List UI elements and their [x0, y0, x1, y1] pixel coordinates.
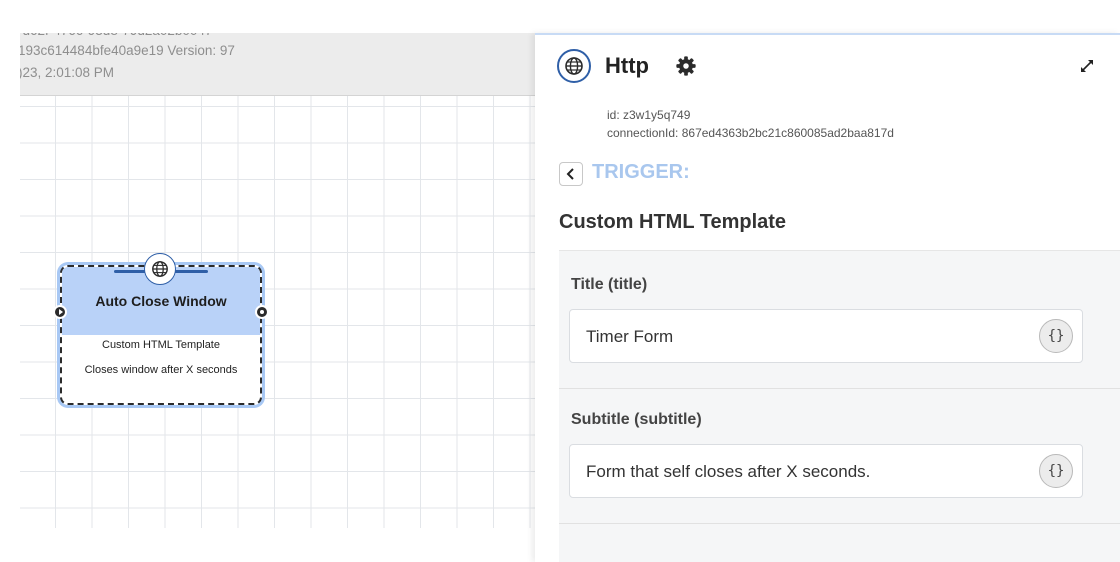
settings-form: Title (title) Timer Form {} Subtitle (su…: [559, 250, 1120, 562]
insert-variable-button[interactable]: {}: [1039, 454, 1073, 488]
node-input-port[interactable]: [53, 305, 67, 319]
node-output-port[interactable]: [255, 305, 269, 319]
globe-icon: [144, 253, 176, 285]
field-divider: [559, 523, 1120, 524]
workflow-node[interactable]: Auto Close Window Custom HTML Template C…: [53, 253, 269, 405]
node-template-text: Custom HTML Template: [102, 339, 220, 351]
workflow-meta-bar: -d62f-4766-93d8-79d2a02b0047 193c614484b…: [20, 33, 535, 96]
node-title: Auto Close Window: [95, 293, 227, 309]
subtitle-input[interactable]: Form that self closes after X seconds. {…: [569, 444, 1083, 498]
title-input-value: Timer Form: [586, 327, 674, 346]
workflow-canvas[interactable]: -d62f-4766-93d8-79d2a02b0047 193c614484b…: [20, 33, 535, 528]
dot-icon: [260, 310, 264, 314]
gear-icon[interactable]: [675, 55, 697, 77]
connection-id-text: connectionId: 867ed4363b2bc21c860085ad2b…: [607, 126, 894, 140]
node-settings-panel: Http id: z3w1y5q749 connectionId: 867ed4…: [535, 33, 1120, 562]
workflow-updated-text: )23, 2:01:08 PM: [20, 65, 115, 80]
section-title: Custom HTML Template: [559, 211, 787, 233]
app-name: Http: [605, 53, 649, 78]
chevron-left-icon: [566, 168, 574, 180]
node-id-text: id: z3w1y5q749: [607, 108, 691, 122]
back-button[interactable]: [559, 162, 583, 186]
title-input[interactable]: Timer Form {}: [569, 309, 1083, 363]
title-field-label: Title (title): [571, 276, 648, 293]
play-icon: [58, 309, 63, 315]
node-identifiers: id: z3w1y5q749 connectionId: 867ed4363b2…: [607, 106, 894, 142]
expand-icon[interactable]: [1080, 59, 1094, 73]
workflow-version-text: 193c614484bfe40a9e19 Version: 97: [20, 43, 235, 58]
trigger-label: TRIGGER:: [592, 161, 690, 183]
workflow-id-text: -d62f-4766-93d8-79d2a02b0047: [20, 33, 212, 41]
insert-variable-button[interactable]: {}: [1039, 319, 1073, 353]
field-divider: [559, 388, 1120, 389]
node-description: Closes window after X seconds: [84, 364, 238, 376]
globe-icon: [557, 49, 591, 83]
subtitle-field-label: Subtitle (subtitle): [571, 411, 702, 428]
subtitle-input-value: Form that self closes after X seconds.: [586, 462, 871, 481]
